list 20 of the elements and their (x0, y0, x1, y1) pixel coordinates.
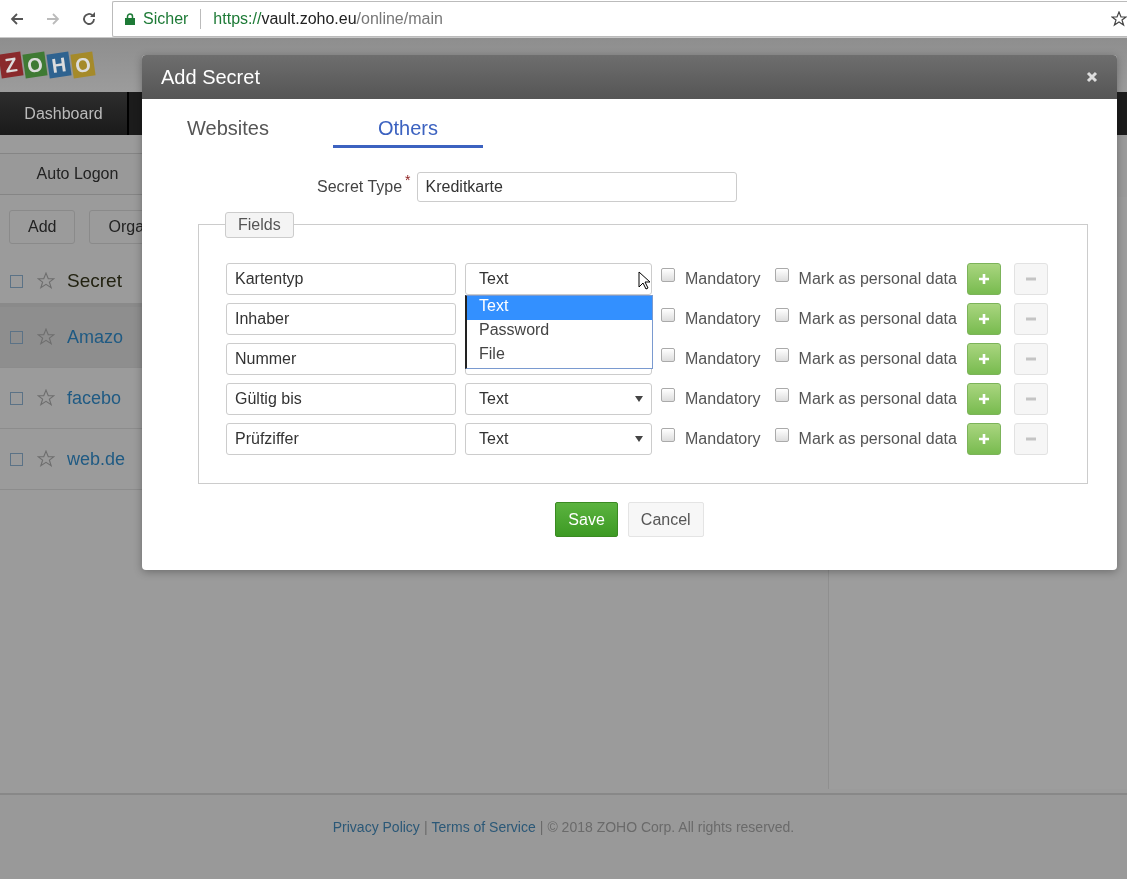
logo: Z O H O (0, 53, 94, 77)
checkbox-label: Mark as personal data (798, 270, 957, 288)
fields-legend: Fields (225, 212, 294, 238)
checkbox-label: Mark as personal data (798, 430, 957, 448)
required-mark: * (405, 172, 411, 188)
dialog-title: Add Secret (161, 65, 260, 89)
checkbox-label: Mandatory (685, 390, 761, 408)
separator: | (539, 819, 544, 835)
checkbox-label: Mark as personal data (798, 390, 957, 408)
checkbox-label: Mandatory (685, 270, 761, 288)
checkbox-label: Mark as personal data (798, 350, 957, 368)
column-header: Secret (67, 270, 122, 292)
security-label: Sicher (143, 9, 189, 28)
checkbox-label: Mandatory (685, 350, 761, 368)
url-text: https://vault.zoho.eu/online/main (213, 9, 443, 28)
checkbox-label: Mandatory (685, 430, 761, 448)
checkbox-label: Mandatory (685, 310, 761, 328)
checkbox-label: Mark as personal data (798, 310, 957, 328)
separator: | (423, 819, 428, 835)
field-label: Secret Type (317, 178, 403, 196)
